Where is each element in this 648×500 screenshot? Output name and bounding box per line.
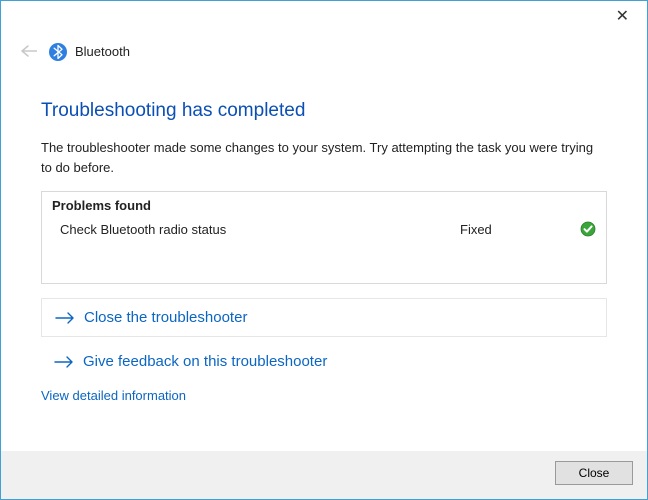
content-area: Troubleshooting has completed The troubl…	[1, 74, 647, 451]
footer-bar: Close	[1, 451, 647, 499]
troubleshooter-window: ✕ Bluetooth Troubleshooting has complete…	[0, 0, 648, 500]
problems-found-box: Problems found Check Bluetooth radio sta…	[41, 191, 607, 284]
view-detailed-link[interactable]: View detailed information	[41, 388, 607, 403]
arrow-right-icon	[54, 310, 76, 326]
arrow-right-icon	[53, 354, 75, 370]
header-title: Bluetooth	[75, 44, 130, 59]
header-row: Bluetooth	[1, 33, 647, 74]
back-arrow-icon[interactable]	[15, 37, 43, 66]
table-row: Check Bluetooth radio status Fixed	[52, 221, 596, 237]
give-feedback-label: Give feedback on this troubleshooter	[83, 353, 327, 370]
window-close-icon[interactable]: ✕	[608, 5, 637, 29]
close-troubleshooter-label: Close the troubleshooter	[84, 309, 247, 326]
bluetooth-icon	[49, 43, 67, 61]
problems-heading: Problems found	[52, 198, 596, 213]
give-feedback-action[interactable]: Give feedback on this troubleshooter	[41, 345, 607, 378]
problem-name: Check Bluetooth radio status	[60, 222, 460, 237]
close-button[interactable]: Close	[555, 461, 633, 485]
problem-status: Fixed	[460, 222, 580, 237]
close-troubleshooter-action[interactable]: Close the troubleshooter	[41, 298, 607, 337]
title-bar: ✕	[1, 1, 647, 33]
description-text: The troubleshooter made some changes to …	[41, 138, 607, 177]
status-fixed-icon	[580, 221, 596, 237]
main-heading: Troubleshooting has completed	[41, 100, 607, 122]
view-detailed-label: View detailed information	[41, 388, 186, 403]
